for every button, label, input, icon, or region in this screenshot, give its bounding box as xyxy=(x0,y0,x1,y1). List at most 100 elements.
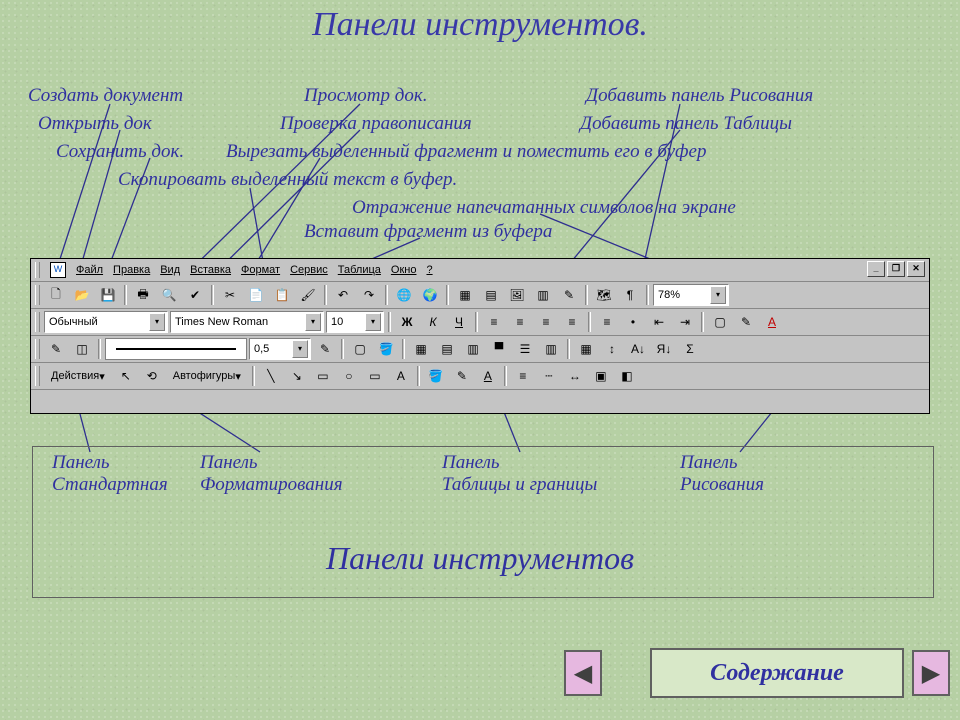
menu-format[interactable]: Формат xyxy=(241,264,280,276)
grip[interactable] xyxy=(35,262,40,278)
outdent-icon[interactable]: ⇤ xyxy=(647,310,671,334)
align-top-icon[interactable]: ▀ xyxy=(487,337,511,361)
redo-icon[interactable]: ↷ xyxy=(357,283,381,307)
insert-table-icon[interactable]: ▤ xyxy=(479,283,503,307)
menu-insert[interactable]: Вставка xyxy=(190,264,231,276)
draw-table-icon[interactable]: ✎ xyxy=(44,337,68,361)
menu-table[interactable]: Таблица xyxy=(338,264,381,276)
table-autoformat-icon[interactable]: ▦ xyxy=(574,337,598,361)
excel-icon[interactable]: 🖼 xyxy=(505,283,529,307)
undo-icon[interactable]: ↶ xyxy=(331,283,355,307)
save-icon[interactable]: 💾 xyxy=(96,283,120,307)
shading-color-icon[interactable]: 🪣 xyxy=(374,337,398,361)
bullet-list-icon[interactable]: • xyxy=(621,310,645,334)
outside-border-icon[interactable]: ▢ xyxy=(348,337,372,361)
contents-button[interactable]: Содержание xyxy=(650,648,904,698)
3d-icon[interactable]: ◧ xyxy=(615,364,639,388)
change-text-direction-icon[interactable]: ↕ xyxy=(600,337,624,361)
document-map-icon[interactable]: 🗺 xyxy=(592,283,616,307)
hyperlink-icon[interactable]: 🌐 xyxy=(392,283,416,307)
minimize-button[interactable]: _ xyxy=(867,261,885,277)
paste-icon[interactable]: 📋 xyxy=(270,283,294,307)
preview-icon[interactable]: 🔍 xyxy=(157,283,181,307)
rectangle-icon[interactable]: ▭ xyxy=(311,364,335,388)
format-painter-icon[interactable]: 🖌 xyxy=(296,283,320,307)
border-color-icon[interactable]: ✎ xyxy=(313,337,337,361)
dash-style-icon[interactable]: ┄ xyxy=(537,364,561,388)
grip[interactable] xyxy=(35,285,40,305)
spellcheck-icon[interactable]: ✔ xyxy=(183,283,207,307)
prev-slide-button[interactable]: ◀ xyxy=(564,650,602,696)
merge-cells-icon[interactable]: ▤ xyxy=(435,337,459,361)
line-color-icon[interactable]: ✎ xyxy=(450,364,474,388)
underline-button[interactable]: Ч xyxy=(447,310,471,334)
copy-icon[interactable]: 📄 xyxy=(244,283,268,307)
select-objects-icon[interactable]: ↖ xyxy=(114,364,138,388)
align-right-icon[interactable]: ≡ xyxy=(534,310,558,334)
free-rotate-icon[interactable]: ⟲ xyxy=(140,364,164,388)
sort-asc-icon[interactable]: A↓ xyxy=(626,337,650,361)
grip[interactable] xyxy=(35,339,40,359)
indent-icon[interactable]: ⇥ xyxy=(673,310,697,334)
new-icon[interactable]: 🗋 xyxy=(44,283,68,307)
next-slide-button[interactable]: ▶ xyxy=(912,650,950,696)
zoom-combo[interactable]: 78% xyxy=(653,284,729,306)
insert-table-icon-2[interactable]: ▦ xyxy=(409,337,433,361)
line-icon[interactable]: ╲ xyxy=(259,364,283,388)
style-combo[interactable]: Обычный xyxy=(44,311,168,333)
open-icon[interactable]: 📂 xyxy=(70,283,94,307)
distribute-cols-icon[interactable]: ▥ xyxy=(539,337,563,361)
split-cells-icon[interactable]: ▥ xyxy=(461,337,485,361)
align-center-icon[interactable]: ≡ xyxy=(508,310,532,334)
label-show-chars: Отражение напечатанных символов на экран… xyxy=(352,197,736,219)
font-color-icon-2[interactable]: A xyxy=(476,364,500,388)
grip[interactable] xyxy=(35,366,40,386)
label-formatting-panel: Панель Форматирования xyxy=(200,452,343,496)
menu-tools[interactable]: Сервис xyxy=(290,264,328,276)
doc-icon[interactable]: W xyxy=(50,262,66,278)
menu-window[interactable]: Окно xyxy=(391,264,417,276)
line-style-combo[interactable] xyxy=(105,338,247,360)
autoshapes-menu[interactable]: Автофигуры ▾ xyxy=(166,364,248,388)
align-left-icon[interactable]: ≡ xyxy=(482,310,506,334)
line-style-icon[interactable]: ≡ xyxy=(511,364,535,388)
highlight-icon[interactable]: ✎ xyxy=(734,310,758,334)
show-hide-icon[interactable]: ¶ xyxy=(618,283,642,307)
arrow-icon[interactable]: ↘ xyxy=(285,364,309,388)
label-cut-buffer: Вырезать выделенный фрагмент и поместить… xyxy=(226,141,706,163)
line-weight-combo[interactable]: 0,5 xyxy=(249,338,311,360)
oval-icon[interactable]: ○ xyxy=(337,364,361,388)
columns-icon[interactable]: ▥ xyxy=(531,283,555,307)
bold-button[interactable]: Ж xyxy=(395,310,419,334)
fill-color-icon[interactable]: 🪣 xyxy=(424,364,448,388)
autosum-icon[interactable]: Σ xyxy=(678,337,702,361)
web-toolbar-icon[interactable]: 🌍 xyxy=(418,283,442,307)
borders-icon[interactable]: ▢ xyxy=(708,310,732,334)
cut-icon[interactable]: ✂ xyxy=(218,283,242,307)
numbered-list-icon[interactable]: ≡ xyxy=(595,310,619,334)
menu-file[interactable]: Файл xyxy=(76,264,103,276)
restore-button[interactable]: ❐ xyxy=(887,261,905,277)
menu-edit[interactable]: Правка xyxy=(113,264,150,276)
align-justify-icon[interactable]: ≡ xyxy=(560,310,584,334)
textbox-icon[interactable]: ▭ xyxy=(363,364,387,388)
print-icon[interactable]: 🖶 xyxy=(131,283,155,307)
shadow-icon[interactable]: ▣ xyxy=(589,364,613,388)
font-color-icon[interactable]: A xyxy=(760,310,784,334)
font-combo[interactable]: Times New Roman xyxy=(170,311,324,333)
tables-borders-icon[interactable]: ▦ xyxy=(453,283,477,307)
wordart-icon[interactable]: A xyxy=(389,364,413,388)
close-button[interactable]: ✕ xyxy=(907,261,925,277)
grip[interactable] xyxy=(35,312,40,332)
arrow-style-icon[interactable]: ↔ xyxy=(563,364,587,388)
actions-menu[interactable]: Действия ▾ xyxy=(44,364,112,388)
menu-help[interactable]: ? xyxy=(426,264,432,276)
italic-button[interactable]: К xyxy=(421,310,445,334)
menu-view[interactable]: Вид xyxy=(160,264,180,276)
eraser-icon[interactable]: ◫ xyxy=(70,337,94,361)
fontsize-combo[interactable]: 10 xyxy=(326,311,384,333)
distribute-rows-icon[interactable]: ☰ xyxy=(513,337,537,361)
menu-bar: W Файл Правка Вид Вставка Формат Сервис … xyxy=(31,259,929,282)
drawing-toolbar-icon[interactable]: ✎ xyxy=(557,283,581,307)
sort-desc-icon[interactable]: Я↓ xyxy=(652,337,676,361)
